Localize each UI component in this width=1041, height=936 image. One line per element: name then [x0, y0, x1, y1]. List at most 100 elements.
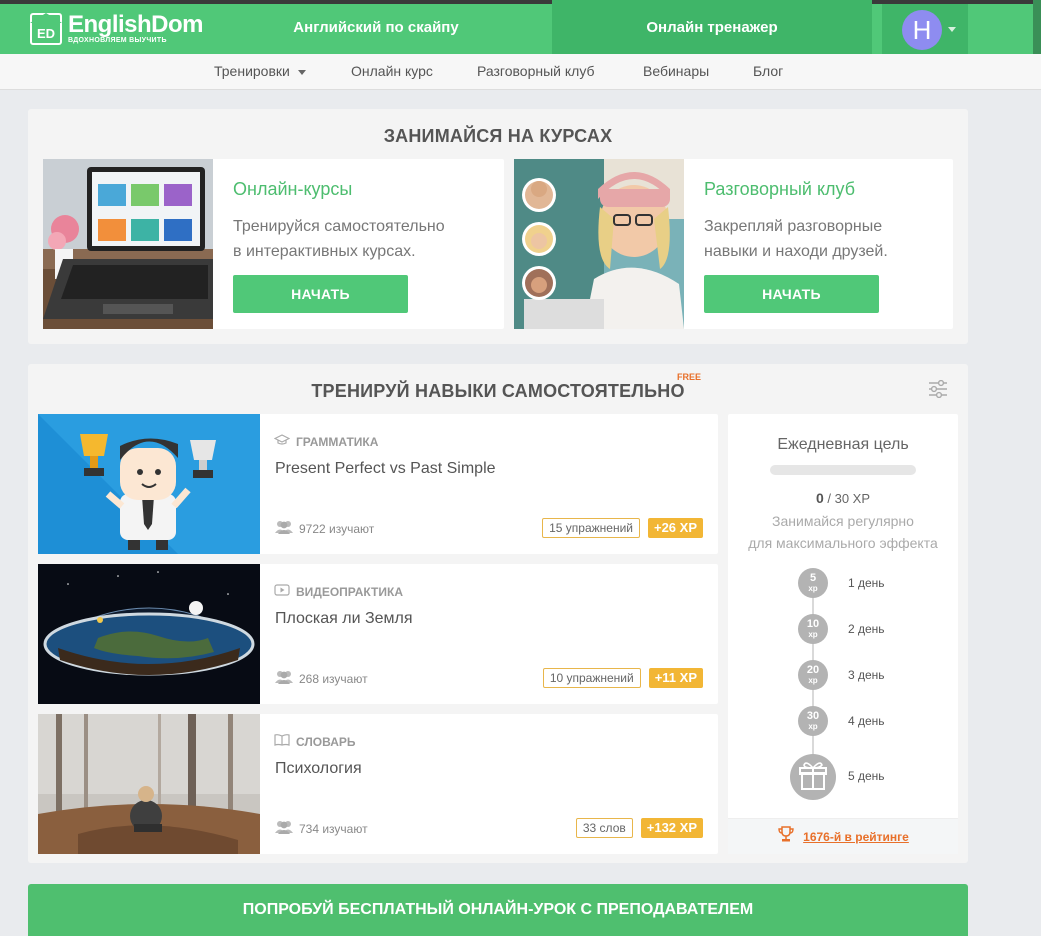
- course-card-desc-line: в интерактивных курсах.: [233, 243, 416, 260]
- daily-goal-hint: Занимайся регулярно для максимального эф…: [728, 510, 958, 554]
- card-category-label: СЛОВАРЬ: [296, 734, 356, 749]
- course-card-desc: Закрепляй разговорные навыки и находи др…: [704, 214, 954, 264]
- subnav-webinars[interactable]: Вебинары: [643, 54, 709, 90]
- streak-step-unit: xp: [808, 676, 818, 685]
- card-category-label: ВИДЕОПРАКТИКА: [296, 584, 403, 599]
- streak-step-unit: xp: [808, 630, 818, 639]
- exercise-count-badge: 10 упражнений: [542, 668, 641, 688]
- streak-step-label: 3 день: [848, 668, 885, 682]
- streak-step-unit: xp: [808, 722, 818, 731]
- card-learners: 734 изучают: [274, 820, 368, 837]
- course-card-online[interactable]: Онлайн-курсы Тренируйся самостоятельно в…: [43, 159, 504, 329]
- learners-count: 9722 изучают: [299, 521, 375, 536]
- streak-step-label: 2 день: [848, 622, 885, 636]
- streak-step-label: 1 день: [848, 576, 885, 590]
- users-icon: [274, 820, 294, 837]
- streak-step-unit: xp: [808, 584, 818, 593]
- trophy-icon: [777, 825, 795, 848]
- nav-skype-english[interactable]: Английский по скайпу: [200, 0, 552, 54]
- card-category: ВИДЕОПРАКТИКА: [274, 584, 403, 599]
- daily-goal-value: 0 / 30 XP: [728, 490, 958, 506]
- courses-panel: ЗАНИМАЙСЯ НА КУРСАХ Онлайн-курсы Трениру…: [28, 109, 968, 344]
- streak-step: 5 xp: [798, 568, 828, 598]
- training-card-vocabulary[interactable]: СЛОВАРЬ Психология 734 изучают 33 слов +…: [38, 714, 718, 854]
- streak-step-xp: 5: [809, 572, 817, 584]
- foggy-forest-image: [38, 714, 260, 854]
- card-category: СЛОВАРЬ: [274, 734, 355, 749]
- chevron-down-icon[interactable]: [948, 27, 956, 32]
- book-icon: [274, 734, 290, 749]
- rating-link[interactable]: 1676-й в рейтинге: [803, 830, 909, 844]
- start-online-course-button[interactable]: НАЧАТЬ: [233, 275, 408, 313]
- card-badges: 15 упражнений +26 XP: [542, 518, 703, 538]
- streak-step-xp: 10: [806, 618, 820, 630]
- streak-step-xp: 30: [806, 710, 820, 722]
- word-count-badge: 33 слов: [575, 818, 633, 838]
- daily-goal-hint-line: для максимального эффекта: [748, 535, 938, 551]
- rating-footer[interactable]: 1676-й в рейтинге: [728, 818, 958, 854]
- graduation-cap-icon: [273, 434, 291, 449]
- play-icon: [274, 584, 290, 599]
- xp-badge: +26 XP: [647, 518, 703, 538]
- avatar[interactable]: H: [902, 10, 942, 50]
- sub-navigation: Тренировки Онлайн курс Разговорный клуб …: [0, 54, 1041, 90]
- filter-settings-icon[interactable]: [928, 379, 948, 399]
- nav-online-trainer[interactable]: Онлайн тренажер: [552, 0, 872, 54]
- users-icon: [274, 670, 294, 687]
- training-title: ТРЕНИРУЙ НАВЫКИ САМОСТОЯТЕЛЬНО: [311, 381, 685, 401]
- xp-badge: +132 XP: [640, 818, 703, 838]
- course-card-title[interactable]: Разговорный клуб: [704, 179, 855, 200]
- card-title[interactable]: Present Perfect vs Past Simple: [275, 460, 496, 478]
- course-card-title[interactable]: Онлайн-курсы: [233, 179, 352, 200]
- training-card-video[interactable]: ВИДЕОПРАКТИКА Плоская ли Земля 268 изуча…: [38, 564, 718, 704]
- chevron-down-icon: [297, 69, 306, 75]
- speaking-club-image: [514, 159, 684, 329]
- daily-goal-hint-line: Занимайся регулярно: [772, 513, 914, 529]
- card-title[interactable]: Плоская ли Земля: [275, 610, 413, 628]
- daily-goal-widget: Ежедневная цель 0 / 30 XP Занимайся регу…: [728, 414, 958, 854]
- start-speaking-club-button[interactable]: НАЧАТЬ: [704, 275, 879, 313]
- logo[interactable]: ED EnglishDom ВДОХНОВЛЯЕМ ВЫУЧИТЬ: [30, 10, 204, 46]
- card-category: ГРАММАТИКА: [273, 434, 379, 449]
- card-badges: 33 слов +132 XP: [575, 818, 703, 838]
- trophy-man-image: [38, 414, 260, 554]
- training-panel: ТРЕНИРУЙ НАВЫКИ САМОСТОЯТЕЛЬНО FREE ГРАМ…: [28, 364, 968, 863]
- card-category-label: ГРАММАТИКА: [296, 434, 379, 449]
- logo-mark-text: ED: [36, 26, 56, 41]
- scroll-edge: [1033, 0, 1041, 54]
- subnav-online-course[interactable]: Онлайн курс: [351, 54, 433, 90]
- daily-goal-current: 0: [815, 490, 824, 506]
- courses-title: ЗАНИМАЙСЯ НА КУРСАХ: [383, 126, 613, 146]
- course-card-club[interactable]: Разговорный клуб Закрепляй разговорные н…: [514, 159, 953, 329]
- training-card-grammar[interactable]: ГРАММАТИКА Present Perfect vs Past Simpl…: [38, 414, 718, 554]
- subnav-speaking-club[interactable]: Разговорный клуб: [477, 54, 595, 90]
- daily-goal-target: / 30 XP: [827, 491, 871, 506]
- subnav-trainings-label: Тренировки: [214, 63, 290, 79]
- laptop-image: [43, 159, 213, 329]
- course-card-desc-line: навыки и находи друзей.: [704, 243, 888, 260]
- course-card-desc-line: Закрепляй разговорные: [704, 218, 883, 235]
- subnav-blog[interactable]: Блог: [753, 54, 783, 90]
- course-card-desc-line: Тренируйся самостоятельно: [233, 218, 445, 235]
- learners-count: 268 изучают: [299, 671, 368, 686]
- logo-name: EnglishDom: [68, 10, 204, 38]
- free-lesson-cta-button[interactable]: ПОПРОБУЙ БЕСПЛАТНЫЙ ОНЛАЙН-УРОК С ПРЕПОД…: [28, 884, 968, 936]
- card-learners: 9722 изучают: [274, 520, 374, 537]
- card-badges: 10 упражнений +11 XP: [542, 668, 703, 688]
- subnav-trainings[interactable]: Тренировки: [214, 54, 306, 90]
- streak-step-label: 5 день: [848, 769, 885, 783]
- streak-step: 30 xp: [798, 706, 828, 736]
- gift-icon: [790, 754, 836, 800]
- streak-step-label: 4 день: [848, 714, 885, 728]
- users-icon: [274, 520, 294, 537]
- user-menu[interactable]: H: [882, 4, 968, 54]
- logo-mark: ED: [30, 13, 62, 45]
- card-title[interactable]: Психология: [275, 760, 362, 778]
- xp-badge: +11 XP: [648, 668, 703, 688]
- daily-goal-title: Ежедневная цель: [777, 436, 909, 453]
- daily-goal-progress-bar: [770, 465, 916, 475]
- exercise-count-badge: 15 упражнений: [542, 518, 640, 538]
- flat-earth-image: [38, 564, 260, 704]
- card-learners: 268 изучают: [274, 670, 368, 687]
- learners-count: 734 изучают: [299, 821, 368, 836]
